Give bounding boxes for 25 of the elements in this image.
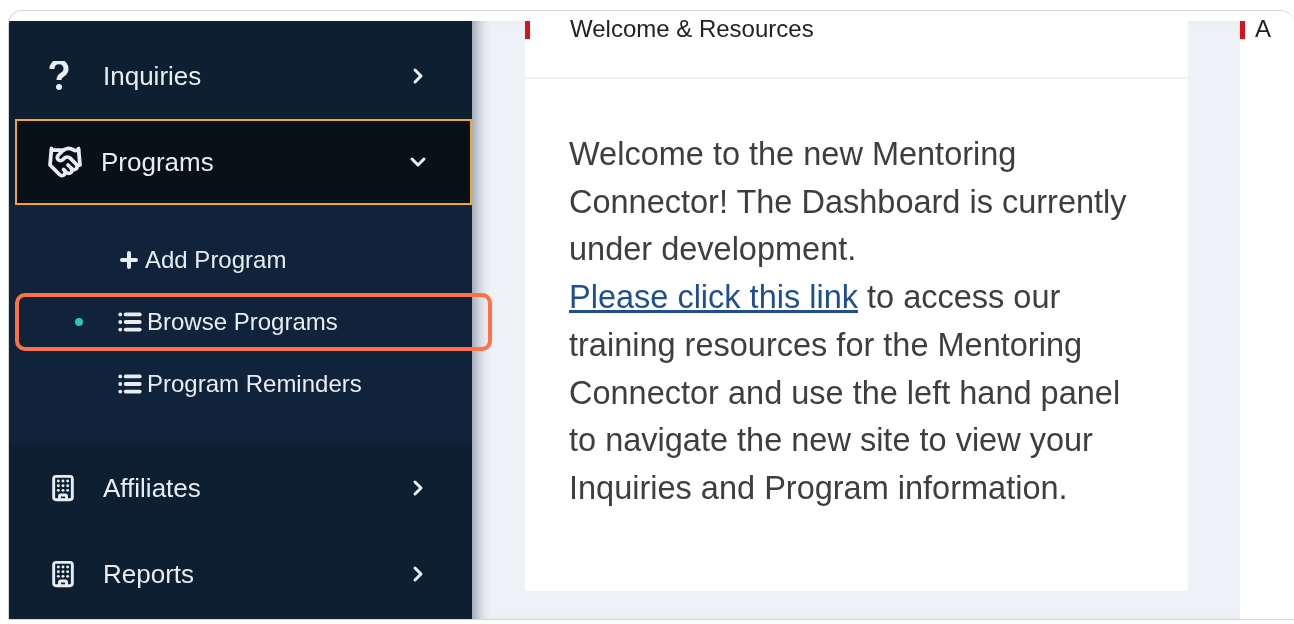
building-icon bbox=[49, 474, 77, 502]
welcome-paragraph: Welcome to the new Mentoring Connector! The Dashboard is currently under development. Please click this link to access our training resources for the Mentoring Connector and use the left hand panel to navigate the new site to view your Inquiries and Program information. bbox=[569, 135, 1128, 508]
accent-bar bbox=[1240, 21, 1245, 39]
submenu-item[interactable]: Add Program bbox=[15, 231, 492, 289]
submenu-item[interactable]: Program Reminders bbox=[15, 355, 492, 413]
card-title: Welcome & Resources bbox=[570, 15, 814, 43]
building-icon bbox=[49, 560, 77, 588]
sidebar-item[interactable]: Inquiries bbox=[9, 33, 472, 119]
accent-bar bbox=[525, 21, 530, 39]
sidebar-label: Programs bbox=[101, 146, 215, 178]
sidebar-label: Inquiries bbox=[103, 60, 203, 92]
submenu-label: Add Program bbox=[145, 246, 287, 274]
sidebar-item[interactable]: Affiliates bbox=[9, 445, 472, 531]
submenu-label: Program Reminders bbox=[147, 370, 362, 398]
sidebar-label: Reports bbox=[103, 558, 196, 590]
sidebar-item[interactable]: Reports bbox=[9, 531, 472, 617]
plus-icon bbox=[117, 248, 141, 272]
resources-link[interactable]: Please click this link bbox=[569, 279, 858, 316]
card-title: A bbox=[1255, 15, 1271, 43]
question-icon bbox=[49, 61, 69, 91]
submenu-label: Browse Programs bbox=[147, 308, 338, 336]
sidebar-label: Affiliates bbox=[103, 472, 202, 504]
submenu-item[interactable]: Browse Programs bbox=[15, 293, 492, 351]
sidebar-item[interactable]: Programs bbox=[15, 119, 472, 205]
handshake-icon bbox=[47, 144, 83, 180]
